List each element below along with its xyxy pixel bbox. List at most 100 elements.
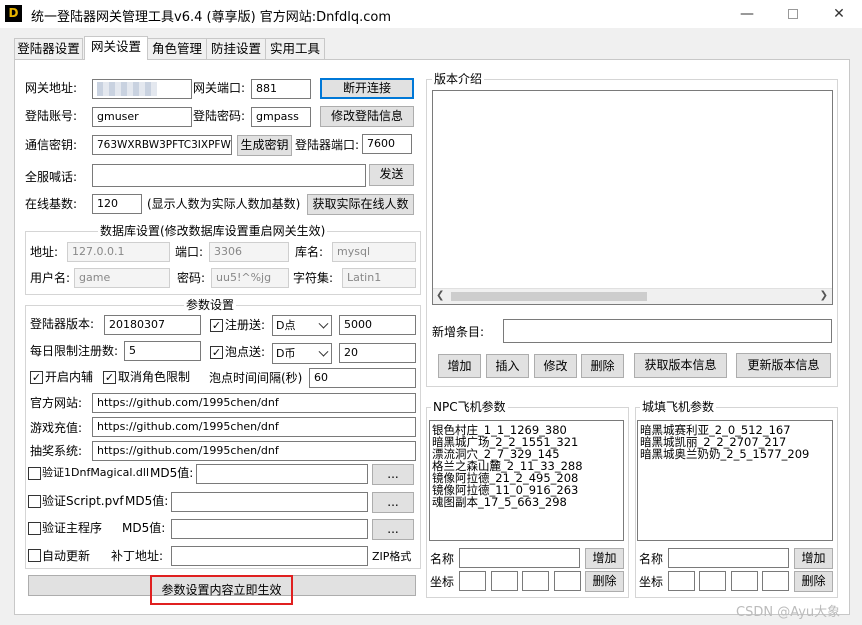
city-coord-input-4[interactable] bbox=[762, 571, 789, 591]
lottery-input[interactable]: https://github.com/1995chen/dnf bbox=[92, 441, 416, 461]
cancel-role-limit-checkbox[interactable]: ✓ bbox=[103, 371, 116, 384]
send-button[interactable]: 发送 bbox=[369, 164, 414, 186]
scroll-left-icon[interactable]: ❮ bbox=[436, 290, 444, 301]
add-entry-button[interactable]: 增加 bbox=[438, 354, 481, 378]
scroll-right-icon[interactable]: ❯ bbox=[820, 290, 828, 301]
register-gift-type-select[interactable]: D点 bbox=[272, 315, 332, 336]
db-addr-input[interactable]: 127.0.0.1 bbox=[67, 242, 170, 262]
gateway-addr-label: 网关地址: bbox=[25, 81, 78, 95]
bubble-gift-label: 泡点送: bbox=[225, 345, 266, 359]
website-label: 官方网站: bbox=[30, 396, 83, 410]
patch-addr-input[interactable] bbox=[171, 546, 368, 566]
npc-coord-input-2[interactable] bbox=[491, 571, 518, 591]
browse-dll-button[interactable]: ... bbox=[372, 464, 414, 485]
gateway-port-input[interactable]: 881 bbox=[251, 79, 311, 99]
tab-utilities[interactable]: 实用工具 bbox=[265, 38, 325, 59]
new-entry-input[interactable] bbox=[503, 319, 832, 343]
verify-main-checkbox[interactable] bbox=[28, 522, 41, 535]
bubble-gift-amount-input[interactable]: 20 bbox=[339, 343, 416, 363]
auto-update-checkbox[interactable] bbox=[28, 549, 41, 562]
bubble-gift-type-select[interactable]: D币 bbox=[272, 343, 332, 364]
broadcast-input[interactable] bbox=[92, 164, 366, 187]
version-intro-list[interactable]: ❮ ❯ bbox=[432, 90, 833, 305]
npc-plane-title: NPC飞机参数 bbox=[431, 400, 508, 414]
modify-entry-button[interactable]: 修改 bbox=[534, 354, 577, 378]
city-coord-input-1[interactable] bbox=[668, 571, 695, 591]
list-item[interactable]: 魂图副本_17_5_663_298 bbox=[430, 496, 623, 508]
npc-add-button[interactable]: 增加 bbox=[585, 548, 624, 569]
db-user-input[interactable]: game bbox=[74, 268, 170, 288]
gateway-addr-input[interactable] bbox=[92, 79, 192, 99]
launcher-port-input[interactable]: 7600 bbox=[362, 134, 412, 154]
md5-dll-input[interactable] bbox=[196, 464, 368, 484]
md5-pvf-input[interactable] bbox=[171, 492, 368, 512]
bubble-gift-checkbox[interactable]: ✓ bbox=[210, 346, 223, 359]
disconnect-button[interactable]: 断开连接 bbox=[320, 78, 414, 99]
bubble-interval-label: 泡点时间间隔(秒) bbox=[209, 371, 303, 385]
get-version-info-button[interactable]: 获取版本信息 bbox=[634, 353, 727, 378]
db-pass-label: 密码: bbox=[177, 271, 206, 285]
account-label: 登陆账号: bbox=[25, 109, 78, 123]
city-coord-input-3[interactable] bbox=[731, 571, 758, 591]
open-assist-checkbox[interactable]: ✓ bbox=[30, 371, 43, 384]
npc-coord-input-3[interactable] bbox=[522, 571, 549, 591]
recharge-label: 游戏充值: bbox=[30, 421, 83, 435]
get-online-count-button[interactable]: 获取实际在线人数 bbox=[307, 194, 414, 215]
npc-plane-list[interactable]: 银色村庄_1_1_1269_380 暗黑城广场_2_2_1551_321 漂流洞… bbox=[429, 420, 624, 541]
npc-coord-input-4[interactable] bbox=[554, 571, 581, 591]
website-input[interactable]: https://github.com/1995chen/dnf bbox=[92, 393, 416, 413]
browse-main-button[interactable]: ... bbox=[372, 519, 414, 540]
npc-delete-button[interactable]: 删除 bbox=[585, 571, 624, 592]
npc-coord-input-1[interactable] bbox=[459, 571, 486, 591]
md5-main-input[interactable] bbox=[171, 519, 368, 539]
browse-pvf-button[interactable]: ... bbox=[372, 492, 414, 513]
db-charset-label: 字符集: bbox=[293, 271, 334, 285]
city-delete-button[interactable]: 删除 bbox=[794, 571, 833, 592]
comm-key-input[interactable]: 763WXRBW3PFTC3IXPFWH bbox=[92, 135, 232, 155]
horizontal-scrollbar[interactable]: ❮ ❯ bbox=[433, 288, 832, 304]
delete-entry-button[interactable]: 删除 bbox=[581, 354, 624, 378]
npc-name-input[interactable] bbox=[459, 548, 580, 568]
version-input[interactable]: 20180307 bbox=[104, 315, 201, 335]
npc-coord-label: 坐标 bbox=[430, 575, 455, 589]
modify-login-button[interactable]: 修改登陆信息 bbox=[320, 106, 414, 127]
password-input[interactable]: gmpass bbox=[251, 107, 311, 127]
window-title: 统一登陆器网关管理工具v6.4 (尊享版) 官方网站:Dnfdlq.com bbox=[31, 10, 391, 25]
register-gift-amount-input[interactable]: 5000 bbox=[339, 315, 416, 335]
insert-entry-button[interactable]: 插入 bbox=[486, 354, 529, 378]
register-gift-checkbox[interactable]: ✓ bbox=[210, 319, 223, 332]
verify-dll-checkbox[interactable] bbox=[28, 467, 41, 480]
db-pass-input[interactable]: uu5!^%jg bbox=[211, 268, 289, 288]
gateway-port-label: 网关端口: bbox=[193, 81, 246, 95]
city-coord-input-2[interactable] bbox=[699, 571, 726, 591]
verify-pvf-checkbox[interactable] bbox=[28, 495, 41, 508]
city-add-button[interactable]: 增加 bbox=[794, 548, 833, 569]
db-port-input[interactable]: 3306 bbox=[209, 242, 289, 262]
title-bar: D 统一登陆器网关管理工具v6.4 (尊享版) 官方网站:Dnfdlq.com … bbox=[0, 0, 862, 28]
account-input[interactable]: gmuser bbox=[92, 107, 192, 127]
scrollbar-thumb[interactable] bbox=[451, 292, 647, 301]
md5-label-main: MD5值: bbox=[122, 521, 166, 535]
bubble-interval-input[interactable]: 60 bbox=[309, 368, 416, 388]
close-icon[interactable]: ✕ bbox=[816, 0, 862, 28]
generate-key-button[interactable]: 生成密钥 bbox=[237, 135, 292, 156]
recharge-input[interactable]: https://github.com/1995chen/dnf bbox=[92, 417, 416, 437]
md5-label-dll: MD5值: bbox=[150, 466, 194, 480]
update-version-info-button[interactable]: 更新版本信息 bbox=[736, 353, 831, 378]
city-plane-list[interactable]: 暗黑城赛利亚_2_0_512_167 暗黑城凯丽_2_2_2707_217 暗黑… bbox=[637, 420, 833, 541]
npc-name-label: 名称 bbox=[430, 552, 455, 566]
tab-gateway-settings[interactable]: 网关设置 bbox=[84, 36, 148, 60]
tab-role-management[interactable]: 角色管理 bbox=[147, 38, 207, 59]
maximize-icon[interactable] bbox=[770, 0, 816, 28]
tab-anti-cheat[interactable]: 防挂设置 bbox=[206, 38, 266, 59]
tab-launcher-settings[interactable]: 登陆器设置 bbox=[14, 38, 83, 59]
minimize-icon[interactable]: — bbox=[724, 0, 770, 28]
online-base-input[interactable]: 120 bbox=[92, 194, 142, 214]
db-name-input[interactable]: mysql bbox=[332, 242, 416, 262]
cancel-role-limit-label: 取消角色限制 bbox=[118, 370, 191, 384]
db-user-label: 用户名: bbox=[30, 271, 71, 285]
list-item[interactable]: 暗黑城奥兰奶奶_2_5_1577_209 bbox=[638, 448, 832, 460]
db-charset-input[interactable]: Latin1 bbox=[342, 268, 416, 288]
daily-limit-input[interactable]: 5 bbox=[124, 341, 201, 361]
city-name-input[interactable] bbox=[668, 548, 789, 568]
